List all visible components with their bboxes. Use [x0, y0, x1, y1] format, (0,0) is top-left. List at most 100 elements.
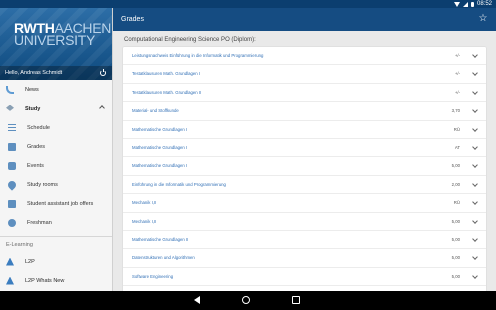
- course-grade: 2,00: [451, 181, 460, 187]
- grade-row[interactable]: Material- und Stoffkunde 3,70: [123, 102, 486, 121]
- chevron-down-icon[interactable]: [472, 217, 478, 224]
- course-grade: 3,70: [451, 108, 460, 114]
- course-name: Einführung in die Informatik und Program…: [132, 181, 226, 187]
- nav-item-job-offers[interactable]: Student assistant job offers: [0, 194, 112, 213]
- recent-apps-icon[interactable]: [292, 296, 300, 304]
- course-grade: 5,00: [451, 218, 460, 224]
- course-grade: 5,00: [451, 163, 460, 169]
- course-grade: +/-: [454, 71, 460, 77]
- course-grade: RÜ: [453, 200, 460, 206]
- grade-row[interactable]: Software Engineering 5,00: [123, 268, 486, 287]
- location-pin-icon: [6, 178, 18, 191]
- chevron-down-icon[interactable]: [472, 199, 478, 205]
- course-name: Mechanik I,II: [132, 200, 157, 206]
- chevron-down-icon[interactable]: [472, 125, 478, 132]
- study-submenu: Schedule Grades Events Study rooms Stude…: [0, 118, 112, 232]
- chevron-down-icon[interactable]: [472, 70, 478, 77]
- navigation-drawer: RWTHAACHEN UNIVERSITY Hello, Andreas Sch…: [0, 8, 113, 291]
- globe-icon: [8, 218, 16, 227]
- course-name: Mathematische Grundlagen I: [132, 126, 188, 132]
- course-name: Testatklausuren Math. Grundlagen II: [132, 89, 202, 95]
- nav-item-events[interactable]: Events: [0, 156, 112, 175]
- grade-row[interactable]: Mechanik I,II 5,00: [123, 213, 486, 231]
- nav-item-study[interactable]: Study: [0, 99, 112, 118]
- chevron-down-icon[interactable]: [472, 107, 478, 114]
- course-name: Testatklausuren Math. Grundlagen I: [132, 71, 201, 77]
- grade-row[interactable]: Datenstrukturen und Algorithmen 5,00: [123, 249, 486, 268]
- course-grade: 5,00: [451, 236, 460, 242]
- course-name: Mathematische Grundlagen I: [132, 144, 188, 150]
- course-grade: RÜ: [453, 126, 460, 132]
- grade-row[interactable]: Testatklausuren Math. Grundlagen I +/-: [123, 65, 486, 84]
- course-name: Mathematische Grundlagen I: [132, 163, 188, 169]
- grades-list: Leistungsnachweis Einführung in die Info…: [123, 47, 486, 291]
- nav-item-label: Study: [25, 105, 41, 112]
- chevron-down-icon[interactable]: [472, 162, 478, 169]
- cellular-icon: [462, 1, 468, 7]
- app-bar: Grades ☆: [113, 8, 496, 31]
- nav-item-label: Schedule: [27, 124, 50, 131]
- rss-icon: [6, 85, 14, 94]
- chat-icon: [8, 161, 16, 170]
- page-title: Grades: [121, 16, 144, 23]
- nav-item-l2p-whats-new[interactable]: L2P Whats New: [0, 271, 112, 290]
- nav-item-label: Study rooms: [27, 181, 58, 188]
- document-icon: [8, 142, 16, 151]
- grade-row[interactable]: Mechanik I,II RÜ: [123, 194, 486, 213]
- back-icon[interactable]: [194, 296, 200, 304]
- chevron-down-icon[interactable]: [472, 254, 478, 261]
- list-icon: [8, 123, 16, 132]
- grade-row[interactable]: Mathematische Grundlagen I AT: [123, 139, 486, 158]
- l2p-icon: [6, 276, 14, 285]
- nav-item-label: News: [25, 86, 39, 93]
- chevron-down-icon[interactable]: [472, 88, 478, 95]
- l2p-icon: [6, 257, 14, 266]
- course-grade: 5,00: [451, 273, 460, 279]
- nav-item-l2p[interactable]: L2P: [0, 252, 112, 271]
- graduation-cap-icon: [6, 104, 14, 111]
- chevron-down-icon[interactable]: [472, 144, 478, 150]
- nav-item-schedule[interactable]: Schedule: [0, 118, 112, 137]
- star-outline-icon[interactable]: ☆: [478, 14, 488, 24]
- grade-row[interactable]: Mathematische Grundlagen II 5,00: [123, 231, 486, 250]
- wifi-icon: [453, 1, 460, 7]
- chevron-down-icon[interactable]: [472, 180, 478, 187]
- drawer-header: RWTHAACHEN UNIVERSITY Hello, Andreas Sch…: [0, 8, 112, 80]
- chevron-down-icon[interactable]: [472, 52, 478, 58]
- nav-item-news[interactable]: News: [0, 80, 112, 99]
- course-name: Software Engineering: [132, 273, 174, 279]
- course-name: Material- und Stoffkunde: [132, 108, 179, 114]
- battery-icon: [470, 1, 474, 7]
- nav-item-grades[interactable]: Grades: [0, 137, 112, 156]
- status-icons: 08:52: [453, 0, 492, 8]
- nav-item-label: Events: [27, 162, 44, 169]
- course-name: Mathematische Grundlagen II: [132, 236, 189, 242]
- briefcase-icon: [8, 199, 16, 208]
- nav-item-freshman[interactable]: Freshman: [0, 213, 112, 232]
- nav-item-label: Student assistant job offers: [27, 200, 94, 207]
- course-grade: AT: [454, 144, 460, 150]
- user-greeting: Hello, Andreas Schmidt: [0, 66, 112, 80]
- grade-row[interactable]: Mathematische Grundlagen I 5,00: [123, 157, 486, 176]
- program-title: Computational Engineering Science PO (Di…: [124, 37, 256, 43]
- chevron-up-icon: [99, 105, 105, 111]
- grade-row[interactable]: Mathematische Grundlagen I RÜ: [123, 121, 486, 139]
- chevron-down-icon[interactable]: [472, 272, 478, 279]
- nav-item-label: L2P Whats New: [25, 277, 65, 284]
- nav-item-study-rooms[interactable]: Study rooms: [0, 175, 112, 194]
- status-bar: 08:52: [0, 0, 496, 8]
- status-time: 08:52: [476, 1, 492, 7]
- grade-row[interactable]: Leistungsnachweis Einführung in die Info…: [123, 47, 486, 66]
- nav-item-label: L2P: [25, 258, 35, 265]
- course-name: Leistungsnachweis Einführung in die Info…: [132, 53, 264, 58]
- grades-content: Computational Engineering Science PO (Di…: [113, 31, 496, 291]
- course-name: Mechanik I,II: [132, 218, 157, 224]
- chevron-down-icon[interactable]: [472, 236, 478, 242]
- grade-row[interactable]: Testatklausuren Math. Grundlagen II +/-: [123, 84, 486, 103]
- course-grade: +/-: [454, 53, 460, 58]
- power-icon[interactable]: [100, 69, 106, 76]
- system-nav-bar: [0, 291, 496, 310]
- home-icon[interactable]: [242, 296, 250, 304]
- grade-row[interactable]: Einführung in die Informatik und Program…: [123, 176, 486, 195]
- course-name: Datenstrukturen und Algorithmen: [132, 255, 195, 261]
